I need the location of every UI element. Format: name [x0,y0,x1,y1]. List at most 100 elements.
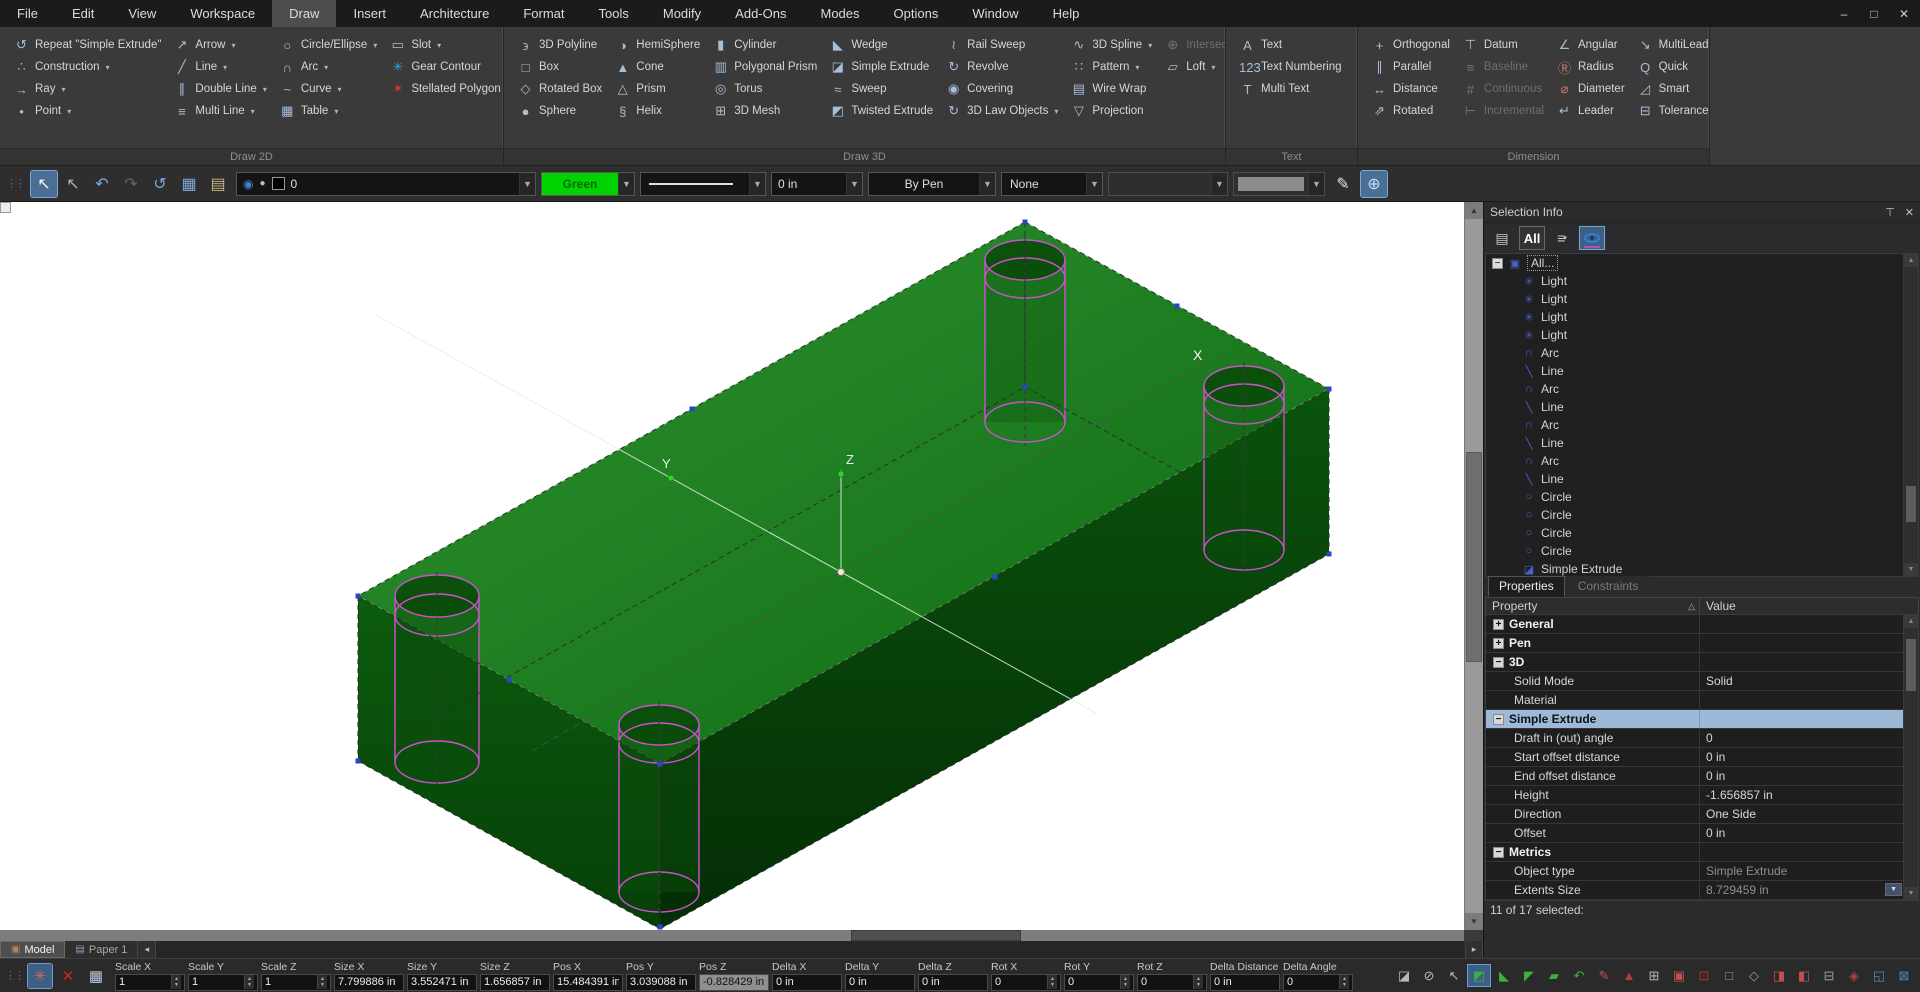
spinner-icons[interactable]: ▲▼ [171,975,181,989]
ribbon-twisted-extrude[interactable]: ◩Twisted Extrude [824,100,938,122]
tree-item-light[interactable]: ✳Light [1486,272,1903,290]
ribbon-loft[interactable]: ▱Loft▾ [1159,56,1226,78]
prop-row-offset[interactable]: Offset0 in [1486,824,1903,843]
menu-tools[interactable]: Tools [582,0,646,27]
select-tool-icon[interactable]: ↖ [1443,965,1465,986]
tree-item-line[interactable]: ╲Line [1486,434,1903,452]
close-button[interactable]: ✕ [1896,7,1912,21]
ribbon-arc[interactable]: ∩Arc▾ [274,56,382,78]
visibility-eye-icon[interactable] [1579,226,1605,250]
menu-window[interactable]: Window [955,0,1035,27]
grid-scroll-thumb[interactable] [1906,639,1916,691]
ribbon-rotated[interactable]: ⇗Rotated [1366,100,1455,122]
ribbon-table[interactable]: ▦Table▾ [274,100,382,122]
line-style-combo[interactable]: ▼ [640,172,766,196]
spinner-icons[interactable]: ▲▼ [1339,975,1349,989]
prop-row-end-offset-distance[interactable]: End offset distance0 in [1486,767,1903,786]
origin-point[interactable] [838,569,845,576]
ribbon-rail-sweep[interactable]: ≀Rail Sweep [940,34,1063,56]
tree-item-arc[interactable]: ∩Arc [1486,344,1903,362]
ribbon-polygonal-prism[interactable]: ▥Polygonal Prism [707,56,822,78]
menu-help[interactable]: Help [1036,0,1097,27]
flip-horizontal-icon[interactable]: ◨ [1768,965,1790,986]
rotate-handle-icon[interactable]: ◇ [1743,965,1765,986]
statusbar-grip[interactable]: ⋮⋮ [5,969,23,982]
frame-edit-icon[interactable]: ▣ [1668,965,1690,986]
prop-row-solid-mode[interactable]: Solid ModeSolid [1486,672,1903,691]
render-wireframe-icon[interactable]: ◤ [1518,965,1540,986]
field-input-pos-x[interactable]: 15.484391 in [553,974,623,991]
render-shaded-icon[interactable]: ◩ [1468,965,1490,986]
selection-lasso-icon[interactable]: ↺ [147,171,173,197]
menu-architecture[interactable]: Architecture [403,0,506,27]
prop-row-extents-size[interactable]: Extents Size8.729459 in▼ [1486,881,1903,900]
expander-icon[interactable]: + [1493,619,1504,630]
ribbon-ray[interactable]: →Ray▾ [8,78,166,100]
pin-icon[interactable]: ⊤ [1885,206,1895,219]
ribbon-diameter[interactable]: ⌀Diameter [1551,78,1630,100]
ribbon-hemisphere[interactable]: ◑HemiSphere [609,34,705,56]
menu-edit[interactable]: Edit [55,0,111,27]
ribbon-orthogonal[interactable]: +Orthogonal [1366,34,1455,56]
spinner-icons[interactable]: ▲▼ [1120,975,1130,989]
color-combo[interactable]: Green ▼ [541,172,635,196]
canvas-horizontal-scrollbar[interactable] [0,930,1483,941]
close-icon[interactable]: ✕ [1905,206,1914,219]
ribbon-covering[interactable]: ◉Covering [940,78,1063,100]
select-arrow-icon[interactable]: ↖ [31,171,57,197]
field-input-scale-x[interactable]: 1▲▼ [115,974,185,991]
ribbon-multi-text[interactable]: TMulti Text [1234,78,1347,100]
line-style-dropdown-icon[interactable]: ▼ [749,173,765,195]
color-combo-dropdown-icon[interactable]: ▼ [618,173,634,195]
ribbon-torus[interactable]: ◎Torus [707,78,822,100]
hatch-combo-dropdown-icon[interactable]: ▼ [1086,173,1102,195]
horizontal-scroll-track[interactable] [0,930,1464,941]
prop-row-general[interactable]: +General [1486,615,1903,634]
tab-paper-1[interactable]: ▤Paper 1 [65,941,138,958]
field-input-pos-z[interactable]: -0.828429 in [699,974,769,991]
degrade-selection-icon[interactable]: ↶ [1568,965,1590,986]
render-draft-icon[interactable]: ▰ [1543,965,1565,986]
extents-frame-icon[interactable]: □ [1718,965,1740,986]
ribbon-3d-spline[interactable]: ∿3D Spline▾ [1065,34,1157,56]
ribbon-sphere[interactable]: ●Sphere [512,100,607,122]
prop-row-simple-extrude[interactable]: −Simple Extrude [1486,710,1903,729]
ribbon-smart[interactable]: ◿Smart [1632,78,1710,100]
tab-scroll-right-icon[interactable]: ▸ [1465,941,1483,958]
tree-item-light[interactable]: ✳Light [1486,308,1903,326]
ribbon-arrow[interactable]: ↗Arrow▾ [168,34,271,56]
menu-view[interactable]: View [111,0,173,27]
layer-combo-dropdown-icon[interactable]: ▼ [519,173,535,195]
field-input-size-z[interactable]: 1.656857 in [480,974,550,991]
ribbon-rotated-box[interactable]: ◇Rotated Box [512,78,607,100]
ribbon-gear-contour[interactable]: ✳Gear Contour [384,56,504,78]
y-axis-handle[interactable] [668,475,674,481]
ribbon-projection[interactable]: ▽Projection [1065,100,1157,122]
menu-format[interactable]: Format [506,0,581,27]
ribbon-leader[interactable]: ↵Leader [1551,100,1630,122]
field-input-size-y[interactable]: 3.552471 in [407,974,477,991]
tree-item-circle[interactable]: ○Circle [1486,542,1903,560]
ribbon-simple-extrude[interactable]: ◪Simple Extrude [824,56,938,78]
field-input-pos-y[interactable]: 3.039088 in [626,974,696,991]
tree-scroll-up-icon[interactable]: ▲ [1904,254,1918,267]
tree-scroll-down-icon[interactable]: ▼ [1904,563,1918,576]
field-input-delta-distance[interactable]: 0 in [1210,974,1280,991]
edit-properties-icon[interactable]: ▤ [1489,226,1515,250]
menu-options[interactable]: Options [877,0,956,27]
ribbon-parallel[interactable]: ∥Parallel [1366,56,1455,78]
scroll-up-icon[interactable]: ▲ [1465,202,1483,219]
tree-scroll-thumb[interactable] [1906,486,1916,522]
ribbon-pattern[interactable]: ∷Pattern▾ [1065,56,1157,78]
selection-grid-icon[interactable]: ▦ [176,171,202,197]
hatch-combo[interactable]: None ▼ [1001,172,1103,196]
field-input-delta-angle[interactable]: 0▲▼ [1283,974,1353,991]
vertical-scroll-thumb[interactable] [1466,452,1482,662]
node-grid-icon[interactable]: ⊟ [1818,965,1840,986]
menu-modes[interactable]: Modes [803,0,876,27]
ribbon-cylinder[interactable]: ▮Cylinder [707,34,822,56]
menu-insert[interactable]: Insert [336,0,403,27]
ribbon-construction[interactable]: ∴Construction▾ [8,56,166,78]
prop-row-draft-in-out-angle[interactable]: Draft in (out) angle0 [1486,729,1903,748]
grid-scroll-down-icon[interactable]: ▼ [1904,887,1918,900]
